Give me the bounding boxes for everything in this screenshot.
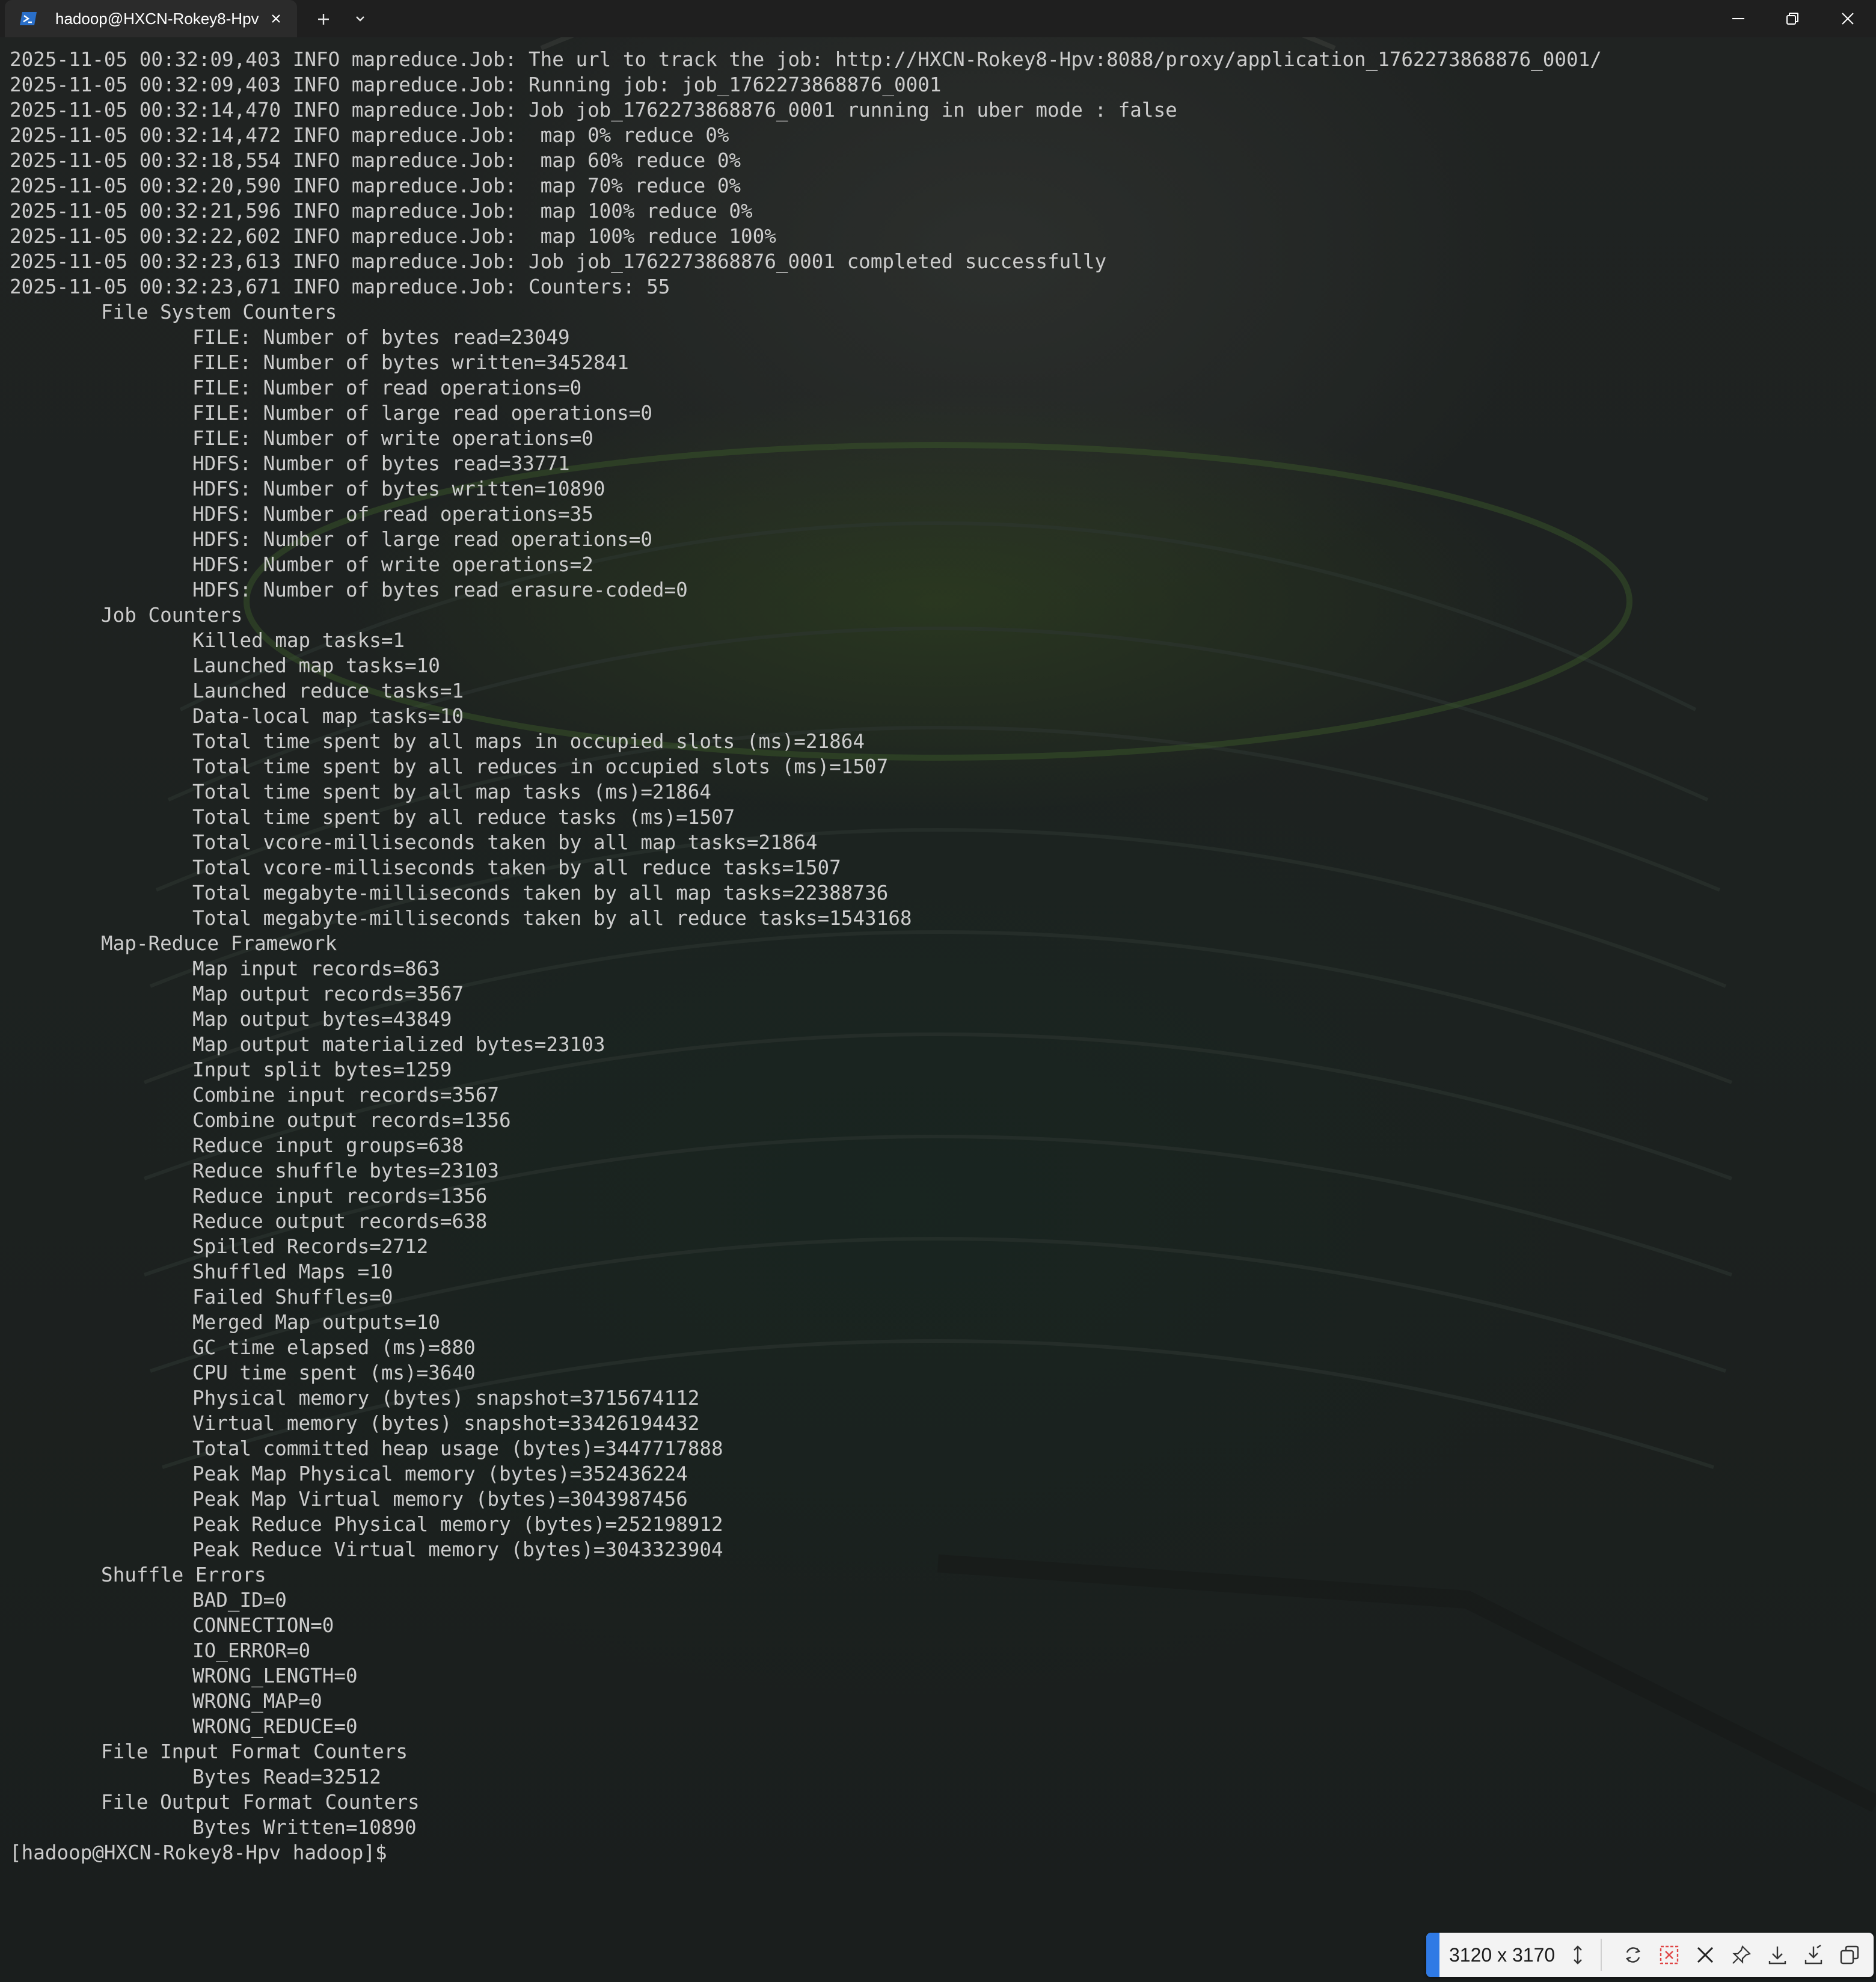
terminal-line: Map input records=863 [192,957,440,980]
terminal-line: Shuffled Maps =10 [192,1260,393,1283]
close-icon[interactable] [267,10,285,28]
terminal-line: Launched map tasks=10 [192,654,440,677]
save-as-icon[interactable] [1803,1944,1824,1966]
terminal-line: HDFS: Number of large read operations=0 [192,528,652,551]
terminal-line: FILE: Number of read operations=0 [192,376,582,399]
terminal-line: Shuffle Errors [101,1563,266,1586]
terminal-line: Job Counters [101,604,243,627]
terminal-line: Reduce input groups=638 [192,1134,464,1157]
delete-icon[interactable] [1658,1944,1680,1966]
terminal-line: Combine output records=1356 [192,1109,511,1132]
shell-prompt: [hadoop@HXCN-Rokey8-Hpv hadoop]$ [10,1841,399,1864]
terminal-line: File Output Format Counters [101,1791,420,1814]
terminal-line: Reduce shuffle bytes=23103 [192,1159,499,1182]
terminal-line: Total committed heap usage (bytes)=34477… [192,1437,723,1460]
terminal-line: WRONG_LENGTH=0 [192,1664,358,1687]
terminal-line: HDFS: Number of read operations=35 [192,503,593,526]
terminal-line: Map output materialized bytes=23103 [192,1033,605,1056]
terminal-line: Peak Map Virtual memory (bytes)=30439874… [192,1488,688,1511]
terminal-output[interactable]: 2025-11-05 00:32:09,403 INFO mapreduce.J… [10,47,1602,1865]
terminal-line: Map-Reduce Framework [101,932,337,955]
restore-icon [1786,13,1798,25]
terminal-line: Physical memory (bytes) snapshot=3715674… [192,1387,700,1410]
terminal-line: Merged Map outputs=10 [192,1311,440,1334]
minimize-icon [1732,18,1744,19]
terminal-line: HDFS: Number of bytes read erasure-coded… [192,578,688,601]
pin-icon[interactable] [1730,1944,1752,1966]
terminal-line: CPU time spent (ms)=3640 [192,1361,476,1384]
terminal-line: Reduce output records=638 [192,1210,488,1233]
terminal-line: Total time spent by all reduces in occup… [192,755,889,778]
toolbar-separator [1601,1939,1602,1971]
terminal-line: FILE: Number of large read operations=0 [192,402,652,425]
terminal-line: Bytes Written=10890 [192,1816,417,1839]
terminal-line: WRONG_MAP=0 [192,1690,322,1713]
terminal-line: Failed Shuffles=0 [192,1286,393,1309]
resize-vertical-icon[interactable] [1567,1944,1589,1966]
terminal-line: BAD_ID=0 [192,1589,287,1612]
terminal-line: Map output bytes=43849 [192,1008,452,1031]
terminal-line: Total vcore-milliseconds taken by all ma… [192,831,818,854]
close-icon[interactable] [1694,1944,1716,1966]
terminal-line: Killed map tasks=1 [192,629,405,652]
terminal-line: HDFS: Number of bytes written=10890 [192,477,605,500]
terminal-line: 2025-11-05 00:32:14,470 INFO mapreduce.J… [10,99,1177,121]
terminal-line: Peak Reduce Virtual memory (bytes)=30433… [192,1538,723,1561]
capture-toolbar: 3120 x 3170 [1426,1933,1874,1977]
terminal-line: Total time spent by all reduce tasks (ms… [192,806,735,829]
terminal-line: 2025-11-05 00:32:09,403 INFO mapreduce.J… [10,73,942,96]
plus-icon[interactable] [313,8,334,30]
terminal-line: 2025-11-05 00:32:23,613 INFO mapreduce.J… [10,250,1107,273]
terminal-line: Total time spent by all map tasks (ms)=2… [192,781,712,803]
terminal-line: File Input Format Counters [101,1740,408,1763]
terminal-line: Total time spent by all maps in occupied… [192,730,865,753]
terminal-line: 2025-11-05 00:32:09,403 INFO mapreduce.J… [10,48,1602,71]
terminal-line: 2025-11-05 00:32:20,590 INFO mapreduce.J… [10,174,741,197]
terminal-line: Launched reduce tasks=1 [192,680,464,702]
terminal-tab[interactable]: hadoop@HXCN-Rokey8-Hpv:~ [5,0,297,37]
terminal-line: Peak Map Physical memory (bytes)=3524362… [192,1462,688,1485]
toolbar-accent [1426,1933,1439,1977]
terminal-line: Total megabyte-milliseconds taken by all… [192,907,912,930]
chevron-down-icon[interactable] [351,10,369,28]
terminal-line: CONNECTION=0 [192,1614,334,1637]
terminal-line: Map output records=3567 [192,983,464,1005]
title-bar: hadoop@HXCN-Rokey8-Hpv:~ [0,0,1876,37]
terminal-line: Combine input records=3567 [192,1084,499,1106]
terminal-line: 2025-11-05 00:32:18,554 INFO mapreduce.J… [10,149,741,172]
terminal-line: 2025-11-05 00:32:23,671 INFO mapreduce.J… [10,275,670,298]
restore-button[interactable] [1765,0,1819,37]
terminal-line: HDFS: Number of write operations=2 [192,553,593,576]
terminal-line: FILE: Number of bytes written=3452841 [192,351,629,374]
terminal-line: Input split bytes=1259 [192,1058,452,1081]
terminal-line: Spilled Records=2712 [192,1235,429,1258]
capture-size-label: 3120 x 3170 [1449,1944,1556,1966]
terminal-line: IO_ERROR=0 [192,1639,311,1662]
terminal-line: 2025-11-05 00:32:22,602 INFO mapreduce.J… [10,225,776,248]
terminal-line: WRONG_REDUCE=0 [192,1715,358,1738]
download-icon[interactable] [1767,1944,1788,1966]
rotate-icon[interactable] [1622,1944,1644,1966]
copy-icon[interactable] [1839,1944,1860,1966]
terminal-line: 2025-11-05 00:32:14,472 INFO mapreduce.J… [10,124,729,147]
terminal-line: FILE: Number of write operations=0 [192,427,593,450]
terminal-line: Peak Reduce Physical memory (bytes)=2521… [192,1513,723,1536]
terminal-line: Total vcore-milliseconds taken by all re… [192,856,841,879]
powershell-icon [19,10,37,28]
terminal-line: FILE: Number of bytes read=23049 [192,326,570,349]
terminal-line: 2025-11-05 00:32:21,596 INFO mapreduce.J… [10,200,753,222]
close-icon [1842,13,1854,25]
terminal-line: Virtual memory (bytes) snapshot=33426194… [192,1412,700,1435]
terminal-line: Total megabyte-milliseconds taken by all… [192,882,889,904]
window-close-button[interactable] [1821,0,1875,37]
terminal-line: Bytes Read=32512 [192,1766,381,1788]
terminal-line: GC time elapsed (ms)=880 [192,1336,476,1359]
terminal-line: Data-local map tasks=10 [192,705,464,728]
terminal-line: File System Counters [101,301,337,324]
tab-title: hadoop@HXCN-Rokey8-Hpv:~ [55,10,260,28]
terminal-line: HDFS: Number of bytes read=33771 [192,452,570,475]
minimize-button[interactable] [1711,0,1765,37]
terminal-line: Reduce input records=1356 [192,1185,488,1207]
